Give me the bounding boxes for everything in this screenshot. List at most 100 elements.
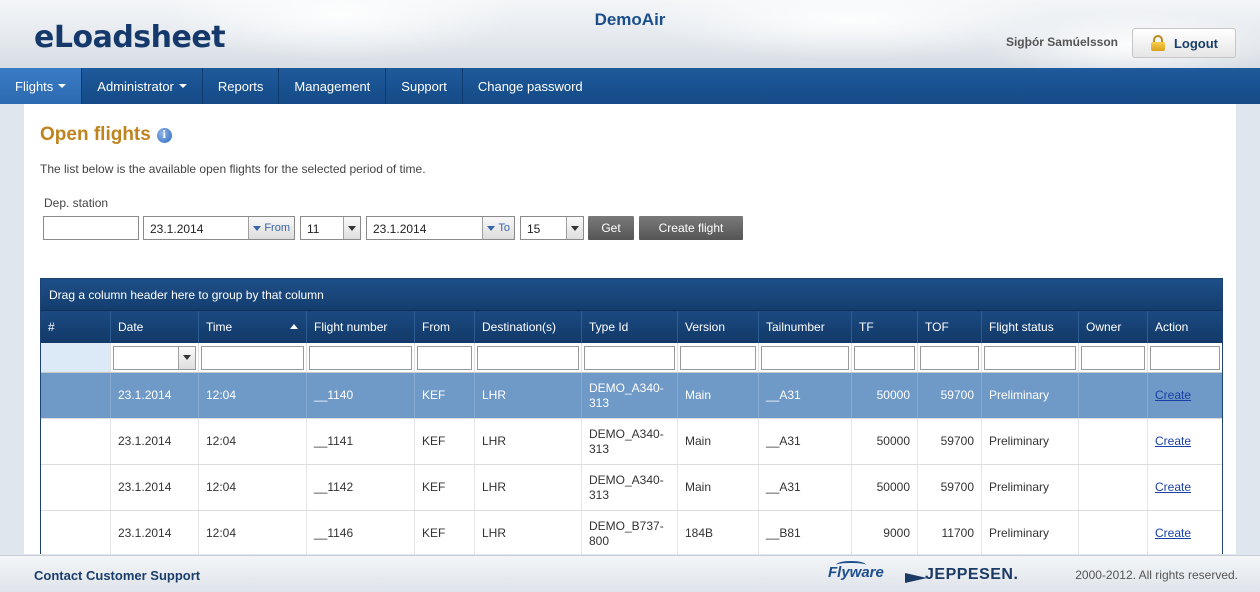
cell-time: 12:04 [199,511,307,554]
logout-label: Logout [1173,35,1219,51]
to-date-picker[interactable]: 23.1.2014 To [366,216,515,240]
col-header-date[interactable]: Date [111,311,199,343]
col-header-time[interactable]: Time [199,311,307,343]
col-header-tf[interactable]: TF [852,311,918,343]
col-header-owner[interactable]: Owner [1079,311,1148,343]
nav-change-password-label: Change password [477,78,583,94]
caret-down-icon [178,84,187,88]
cell-version: Main [678,373,759,418]
page-description: The list below is the available open fli… [40,162,426,176]
filter-from-input[interactable] [417,345,472,370]
create-flight-button[interactable]: Create flight [639,216,743,240]
nav-administrator[interactable]: Administrator [82,68,203,104]
cell-number [41,511,111,554]
logout-button[interactable]: Logout [1132,28,1236,58]
col-header-tof[interactable]: TOF [918,311,982,343]
filter-flight-status-input[interactable] [984,345,1076,370]
group-by-bar[interactable]: Drag a column header here to group by th… [41,279,1222,311]
lock-icon [1150,35,1166,51]
filter-date-input[interactable] [113,345,196,370]
nav-management[interactable]: Management [279,68,387,104]
info-icon[interactable]: i [156,127,172,143]
filter-cell-tof [918,343,982,372]
cell-tf: 50000 [852,373,918,418]
nav-flights[interactable]: Flights [0,68,83,104]
create-link[interactable]: Create [1155,434,1191,449]
to-date-dropdown[interactable]: To [482,217,514,239]
from-hour-dropdown[interactable] [343,217,360,239]
nav-support[interactable]: Support [386,68,463,104]
from-date-picker[interactable]: 23.1.2014 From [143,216,295,240]
to-hour-select[interactable]: 15 [520,216,584,240]
from-hour-value: 11 [307,222,320,236]
cell-flight-status: Preliminary [982,373,1079,418]
from-hour-select[interactable]: 11 [300,216,361,240]
create-link[interactable]: Create [1155,480,1191,495]
cell-type-id: DEMO_A340-313 [582,373,678,418]
col-header-type-id[interactable]: Type Id [582,311,678,343]
filter-cell-version [678,343,759,372]
current-user: Sigþór Samúelsson [1005,35,1118,49]
cell-number [41,465,111,510]
cell-flight-number: __1142 [307,465,415,510]
get-button[interactable]: Get [588,216,634,240]
cell-date: 23.1.2014 [111,465,199,510]
cell-tailnumber: __B81 [759,511,852,554]
filter-cell-type-id [582,343,678,372]
table-row[interactable]: 23.1.2014 12:04 __1141 KEF LHR DEMO_A340… [41,419,1222,465]
filter-tailnumber-input[interactable] [761,345,849,370]
cell-action: Create [1148,373,1222,418]
contact-support-link[interactable]: Contact Customer Support [34,568,200,583]
col-header-tailnumber[interactable]: Tailnumber [759,311,852,343]
cell-tf: 50000 [852,465,918,510]
filter-owner-input[interactable] [1081,345,1145,370]
grid-filter-row [41,343,1222,373]
from-date-dropdown[interactable]: From [248,217,294,239]
col-header-flight-number[interactable]: Flight number [307,311,415,343]
main-content: Open flights i The list below is the ava… [24,104,1236,554]
filter-cell-number [41,343,111,372]
nav-flights-label: Flights [15,78,54,94]
cell-time: 12:04 [199,373,307,418]
dep-station-input[interactable] [43,216,139,240]
create-link[interactable]: Create [1155,388,1191,403]
chevron-down-icon [183,355,191,360]
col-header-destinations[interactable]: Destination(s) [475,311,582,343]
cell-type-id: DEMO_B737-800 [582,511,678,554]
nav-management-label: Management [294,78,371,94]
col-header-flight-status[interactable]: Flight status [982,311,1079,343]
filter-time-input[interactable] [201,345,304,370]
cell-destinations: LHR [475,511,582,554]
filter-version-input[interactable] [680,345,756,370]
filter-type-id-input[interactable] [584,345,675,370]
nav-reports[interactable]: Reports [203,68,280,104]
filter-destinations-input[interactable] [477,345,579,370]
sort-ascending-icon [290,324,298,329]
table-row[interactable]: 23.1.2014 12:04 __1146 KEF LHR DEMO_B737… [41,511,1222,554]
filter-flight-number-input[interactable] [309,345,412,370]
filter-cell-from [415,343,475,372]
filter-tf-input[interactable] [854,345,915,370]
cell-flight-status: Preliminary [982,511,1079,554]
create-link[interactable]: Create [1155,526,1191,541]
table-row[interactable]: 23.1.2014 12:04 __1142 KEF LHR DEMO_A340… [41,465,1222,511]
col-header-number[interactable]: # [41,311,111,343]
filter-date-dropdown[interactable] [178,346,195,369]
table-row[interactable]: 23.1.2014 12:04 __1140 KEF LHR DEMO_A340… [41,373,1222,419]
cell-flight-status: Preliminary [982,419,1079,464]
cell-tailnumber: __A31 [759,465,852,510]
nav-change-password[interactable]: Change password [463,68,598,104]
col-header-action[interactable]: Action [1148,311,1222,343]
cell-action: Create [1148,419,1222,464]
nav-support-label: Support [401,78,447,94]
col-header-version[interactable]: Version [678,311,759,343]
cell-owner [1079,511,1148,554]
flyware-logo: Flyware [828,564,884,581]
col-header-from[interactable]: From [415,311,475,343]
filter-cell-tf [852,343,918,372]
nav-administrator-label: Administrator [97,78,174,94]
cell-from: KEF [415,465,475,510]
filter-tof-input[interactable] [920,345,979,370]
to-hour-dropdown[interactable] [566,217,583,239]
filter-action-input[interactable] [1150,345,1220,370]
